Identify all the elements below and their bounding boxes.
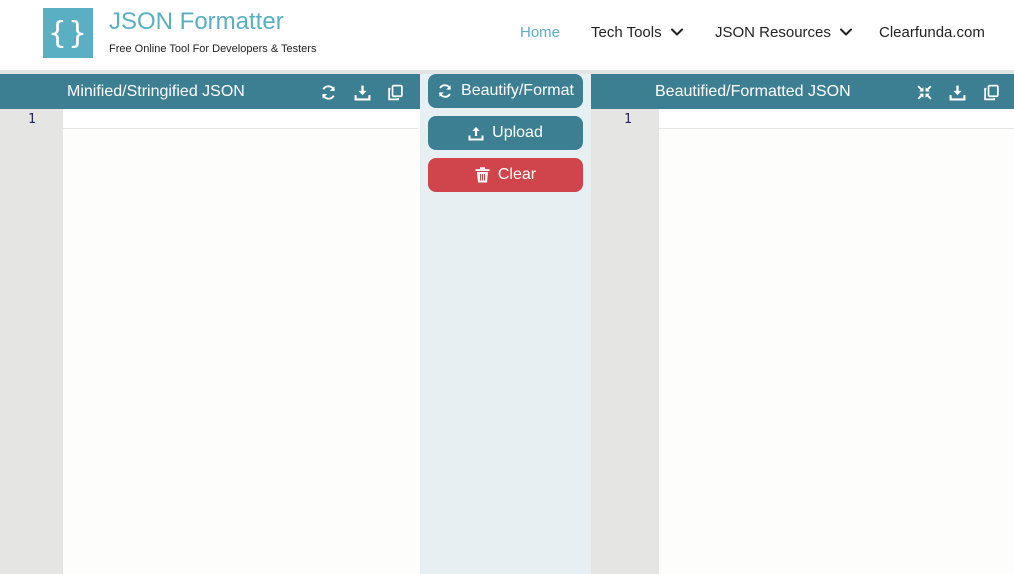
nav-json-resources[interactable]: JSON Resources: [715, 22, 852, 42]
clear-button-label: Clear: [497, 166, 537, 183]
upload-icon: [468, 127, 484, 141]
nav-home[interactable]: Home: [520, 22, 560, 42]
active-line[interactable]: [63, 109, 418, 129]
line-number: 1: [624, 112, 632, 127]
right-panel-title: Beautified/Formatted JSON: [655, 83, 851, 100]
active-line[interactable]: [659, 109, 1014, 129]
brand-subtitle: Free Online Tool For Developers & Tester…: [109, 43, 317, 55]
left-panel-title: Minified/Stringified JSON: [67, 83, 245, 100]
download-icon[interactable]: [352, 82, 372, 102]
upload-button-label: Upload: [492, 124, 543, 141]
chevron-down-icon: [670, 28, 683, 36]
nav-clearfunda-label: Clearfunda.com: [879, 23, 985, 41]
beautify-button-label: Beautify/Format: [461, 82, 574, 99]
beautify-button[interactable]: Beautify/Format: [428, 74, 583, 108]
nav-json-resources-label: JSON Resources: [715, 23, 831, 41]
chevron-down-icon: [839, 28, 852, 36]
right-gutter: 1: [591, 109, 659, 574]
copy-icon[interactable]: [981, 82, 1001, 102]
action-column: Beautify/Format Upload Clear: [420, 74, 591, 574]
trash-icon: [475, 167, 490, 183]
right-panel-header: Beautified/Formatted JSON: [591, 74, 1014, 109]
upload-button[interactable]: Upload: [428, 116, 583, 150]
nav-home-label: Home: [520, 23, 561, 41]
nav-clearfunda[interactable]: Clearfunda.com: [879, 22, 985, 42]
output-editor[interactable]: 1: [591, 109, 1014, 574]
logo[interactable]: {}: [43, 8, 93, 58]
line-number: 1: [28, 112, 36, 127]
clear-button[interactable]: Clear: [428, 158, 583, 192]
nav-tech-tools-label: Tech Tools: [591, 23, 662, 41]
brand-title[interactable]: JSON Formatter: [109, 8, 284, 36]
input-editor[interactable]: 1: [0, 109, 420, 574]
site-header: {} JSON Formatter Free Online Tool For D…: [0, 0, 1014, 70]
refresh-icon[interactable]: [318, 82, 338, 102]
copy-icon[interactable]: [385, 82, 405, 102]
download-icon[interactable]: [947, 82, 967, 102]
logo-braces: {}: [47, 15, 89, 51]
compress-icon[interactable]: [914, 82, 934, 102]
left-panel-header: Minified/Stringified JSON: [0, 74, 420, 109]
refresh-icon: [438, 84, 452, 98]
left-gutter: 1: [0, 109, 63, 574]
nav-tech-tools[interactable]: Tech Tools: [591, 22, 683, 42]
